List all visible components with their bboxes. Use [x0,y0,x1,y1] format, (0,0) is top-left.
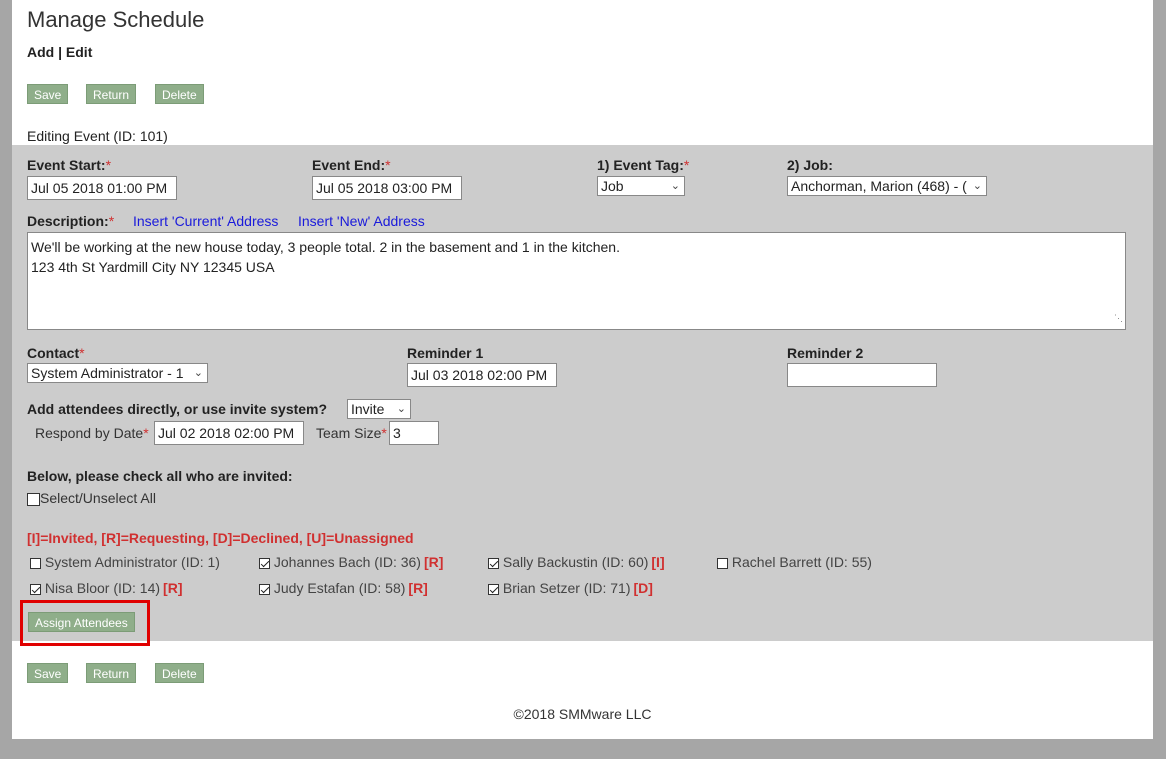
attendee-item[interactable]: Sally Backustin (ID: 60) [I] [488,554,665,570]
attendee-checkbox[interactable] [717,557,728,569]
chevron-down-icon: ⌄ [972,180,982,192]
highlight-box [20,600,150,646]
select-all-control[interactable]: Select/Unselect All [27,490,156,506]
insert-current-address-link[interactable]: Insert 'Current' Address [133,213,278,229]
return-button-bottom[interactable]: Return [86,663,137,683]
insert-new-address-link[interactable]: Insert 'New' Address [298,213,425,229]
invite-heading: Below, please check all who are invited: [27,468,293,484]
event-start-input[interactable]: Jul 05 2018 01:00 PM [27,176,177,200]
attendee-item[interactable]: System Administrator (ID: 1) [30,554,223,570]
editing-event-label: Editing Event (ID: 101) [27,128,168,144]
page: Manage Schedule Add | Edit Save Return D… [12,0,1153,739]
respond-by-input[interactable]: Jul 02 2018 02:00 PM [154,421,304,445]
attendee-checkbox[interactable] [30,583,41,595]
attendee-item[interactable]: Nisa Bloor (ID: 14) [R] [30,580,182,596]
contact-label: Contact* [27,345,85,361]
description-textarea[interactable]: We'll be working at the new house today,… [27,232,1126,330]
attendee-checkbox[interactable] [259,583,270,595]
select-all-checkbox[interactable] [27,492,40,506]
attendee-checkbox[interactable] [259,557,270,569]
page-title: Manage Schedule [27,7,205,32]
attendee-checkbox[interactable] [30,557,41,569]
status-legend: [I]=Invited, [R]=Requesting, [D]=Decline… [27,530,414,546]
reminder-2-label: Reminder 2 [787,345,864,361]
save-button[interactable]: Save [27,84,69,104]
attendee-checkbox[interactable] [488,557,499,569]
job-select[interactable]: Anchorman, Marion (468) - (⌄ [787,176,987,196]
event-start-label: Event Start:* [27,157,112,173]
attendee-mode-select[interactable]: Invite ⌄ [347,399,411,419]
attendee-item[interactable]: Johannes Bach (ID: 36) [R] [259,554,443,570]
event-form-panel: Event Start:* Jul 05 2018 01:00 PM Event… [12,145,1153,646]
attendee-item[interactable]: Rachel Barrett (ID: 55) [717,554,875,570]
reminder-1-label: Reminder 1 [407,345,484,361]
reminder-1-input[interactable]: Jul 03 2018 02:00 PM [407,363,557,387]
delete-button-bottom[interactable]: Delete [155,663,204,683]
attendee-item[interactable]: Brian Setzer (ID: 71) [D] [488,580,653,596]
attendee-checkbox[interactable] [488,583,499,595]
description-label: Description:* [27,213,115,229]
description-line-2: 123 4th St Yardmill City NY 12345 USA [31,259,275,275]
attendee-item[interactable]: Judy Estafan (ID: 58) [R] [259,580,428,596]
respond-by-label: Respond by Date* [35,425,149,441]
delete-button[interactable]: Delete [155,84,204,104]
team-size-input[interactable]: 3 [389,421,439,445]
attendee-mode-label: Add attendees directly, or use invite sy… [27,401,328,417]
event-end-label: Event End:* [312,157,391,173]
chevron-down-icon: ⌄ [193,367,203,379]
event-end-input[interactable]: Jul 05 2018 03:00 PM [312,176,462,200]
contact-select[interactable]: System Administrator - 1 ⌄ [27,363,208,383]
add-edit-nav: Add | Edit [27,44,93,60]
reminder-2-input[interactable] [787,363,937,387]
footer-copyright: ©2018 SMMware LLC [513,706,652,722]
resize-handle-icon[interactable]: ⋱ [1114,308,1123,328]
chevron-down-icon: ⌄ [670,180,680,192]
save-button-bottom[interactable]: Save [27,663,69,683]
event-tag-label: 1) Event Tag:* [597,157,690,173]
job-label: 2) Job: [787,157,833,173]
chevron-down-icon: ⌄ [396,403,406,415]
return-button[interactable]: Return [86,84,137,104]
description-line-1: We'll be working at the new house today,… [31,239,620,255]
team-size-label: Team Size* [316,425,387,441]
event-tag-select[interactable]: Job ⌄ [597,176,685,196]
